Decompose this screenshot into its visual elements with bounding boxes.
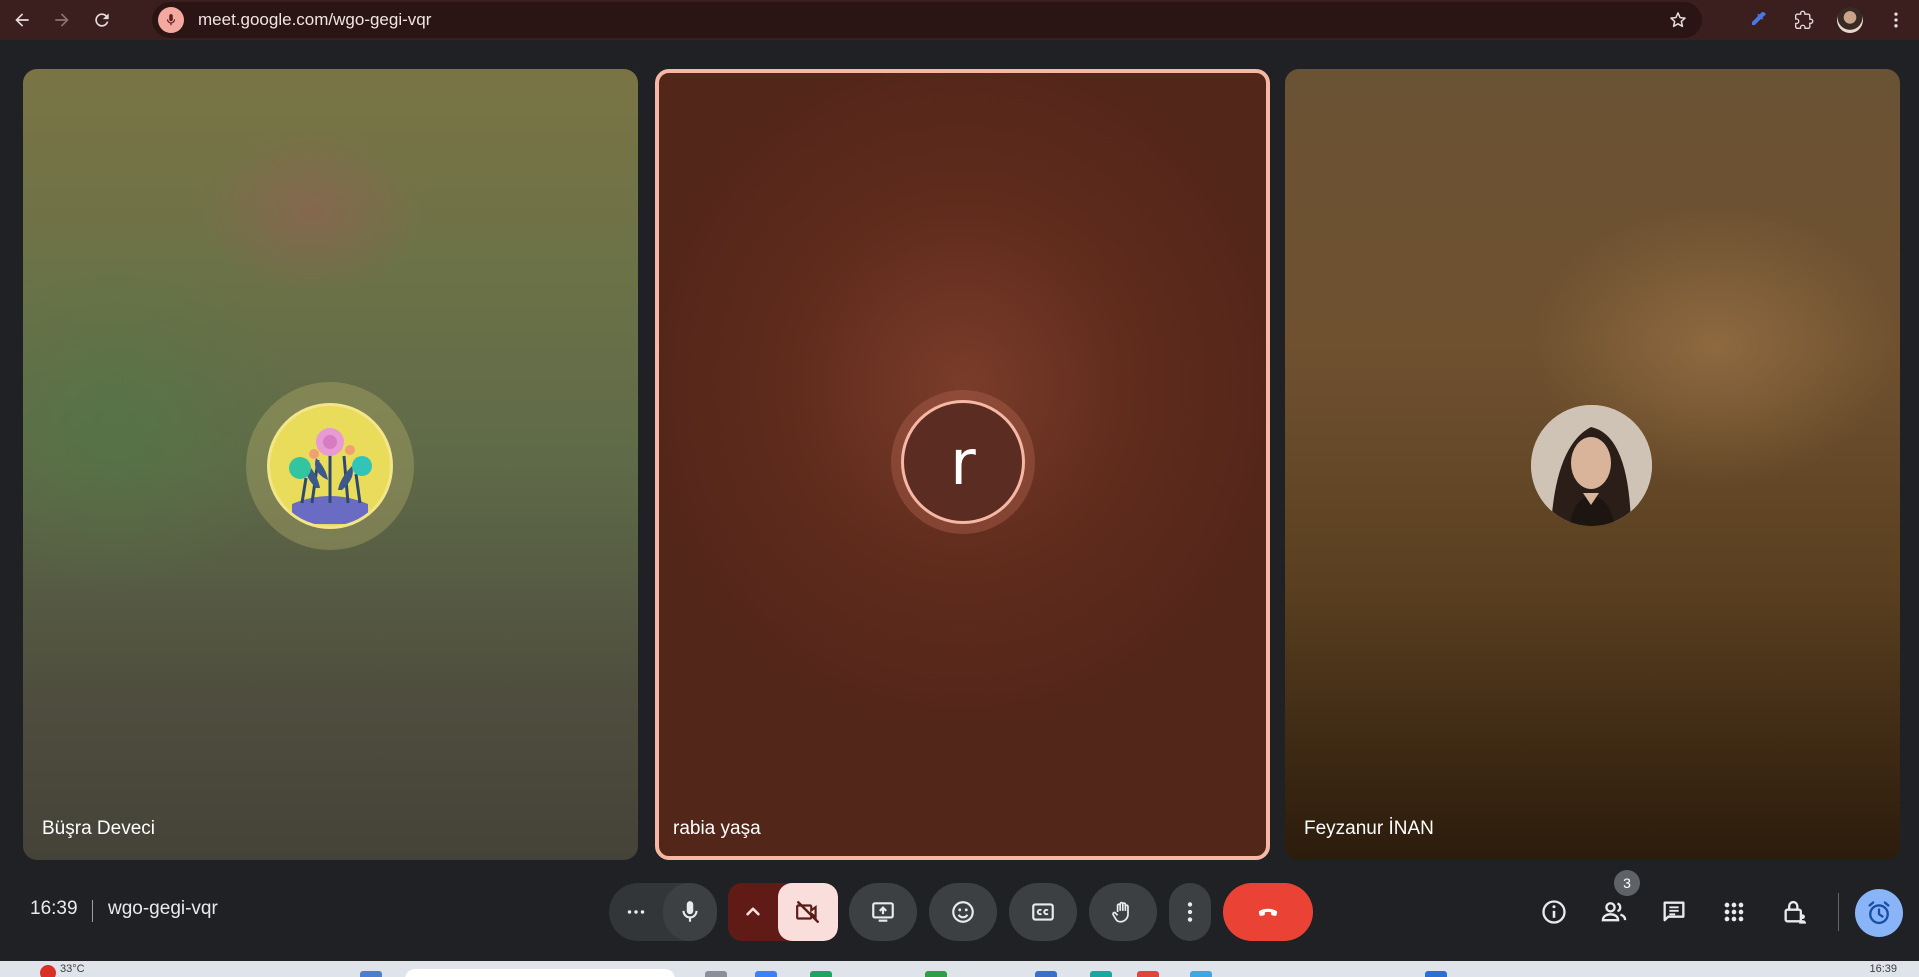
mic-site-icon[interactable] <box>158 7 184 33</box>
video-control-group <box>728 883 838 941</box>
flowers-image <box>272 408 388 524</box>
hang-up-icon <box>1258 908 1278 916</box>
meeting-code: wgo-gegi-vqr <box>108 898 218 919</box>
timer-button[interactable] <box>1855 889 1903 937</box>
reload-button[interactable] <box>84 2 120 38</box>
chat-icon <box>1663 901 1685 922</box>
menu-icon <box>1894 12 1898 28</box>
more-horizontal-icon <box>627 910 645 914</box>
taskbar-app-icon[interactable] <box>1035 971 1057 977</box>
taskbar-app-icon[interactable] <box>755 971 777 977</box>
participant-name: rabia yaşa <box>673 818 761 839</box>
meeting-clock: 16:39 <box>30 898 78 919</box>
weather-temperature[interactable]: 33°C <box>60 963 85 975</box>
raise-hand-button[interactable] <box>1089 883 1157 941</box>
participant-name: Büşra Deveci <box>42 818 155 839</box>
leave-call-button[interactable] <box>1223 883 1313 941</box>
extensions-icon <box>1795 10 1814 29</box>
more-vertical-icon <box>1187 902 1193 922</box>
audio-options-button[interactable] <box>609 883 663 941</box>
people-icon <box>1601 902 1627 922</box>
address-bar[interactable]: meet.google.com/wgo-gegi-vqr <box>152 2 1702 38</box>
profile-photo <box>1531 405 1652 526</box>
emoji-icon <box>952 901 974 923</box>
browser-toolbar: meet.google.com/wgo-gegi-vqr <box>0 0 1919 40</box>
eyedropper-button[interactable] <box>1735 0 1781 40</box>
captions-icon <box>1032 903 1054 921</box>
raise-hand-icon <box>1112 901 1129 923</box>
alarm-clock-icon <box>1868 901 1890 925</box>
host-controls-button[interactable] <box>1770 887 1820 937</box>
divider <box>92 900 93 922</box>
taskbar-app-icon[interactable] <box>705 971 727 977</box>
lock-person-icon <box>1784 900 1807 924</box>
forward-icon <box>55 13 69 27</box>
reload-icon <box>95 13 109 27</box>
divider <box>1838 893 1839 931</box>
taskbar-app-icon[interactable] <box>925 971 947 977</box>
participant-avatar <box>1531 405 1652 526</box>
participant-avatar: r <box>901 400 1025 524</box>
eyedropper-icon <box>1751 12 1766 25</box>
profile-button[interactable] <box>1827 0 1873 40</box>
more-actions-button[interactable] <box>1169 883 1211 941</box>
participant-avatar <box>267 403 393 529</box>
captions-button[interactable] <box>1009 883 1077 941</box>
camera-options-button[interactable] <box>728 883 778 941</box>
participant-name: Feyzanur İNAN <box>1304 818 1434 839</box>
microphone-icon <box>682 901 698 922</box>
browser-menu-button[interactable] <box>1873 0 1919 40</box>
taskbar-app-icon[interactable] <box>360 971 382 977</box>
extensions-button[interactable] <box>1781 0 1827 40</box>
speaking-halo <box>246 382 414 550</box>
camera-off-icon <box>796 901 819 923</box>
weather-icon[interactable] <box>40 965 56 977</box>
star-icon[interactable] <box>1668 10 1688 30</box>
present-screen-button[interactable] <box>849 883 917 941</box>
meeting-controls: 16:39 wgo-gegi-vqr 3 <box>0 870 1919 961</box>
chat-button[interactable] <box>1649 887 1699 937</box>
taskbar-app-icon[interactable] <box>1090 971 1112 977</box>
participant-tile[interactable]: Feyzanur İNAN <box>1285 69 1900 860</box>
back-button[interactable] <box>4 2 40 38</box>
taskbar-clock[interactable]: 16:39 <box>1869 963 1897 975</box>
apps-grid-icon <box>1724 902 1744 922</box>
meeting-details-button[interactable] <box>1529 887 1579 937</box>
present-screen-icon <box>872 902 894 922</box>
microphone-button[interactable] <box>663 883 717 941</box>
forward-button[interactable] <box>44 2 80 38</box>
taskbar-app-icon[interactable] <box>1137 971 1159 977</box>
info-icon <box>1542 900 1566 924</box>
taskbar-search[interactable] <box>405 969 675 977</box>
taskbar-app-icon[interactable] <box>1425 971 1447 977</box>
reactions-button[interactable] <box>929 883 997 941</box>
browser-actions <box>1735 0 1919 40</box>
camera-button[interactable] <box>778 883 838 941</box>
activities-button[interactable] <box>1709 887 1759 937</box>
participant-tile[interactable]: Büşra Deveci <box>23 69 638 860</box>
meeting-stage: Büşra Deveci r rabia yaşa Feyzanur İNAN <box>0 40 1919 870</box>
os-taskbar: 33°C 16:39 <box>0 961 1919 977</box>
chevron-up-icon <box>746 907 760 916</box>
people-count-badge: 3 <box>1614 870 1640 896</box>
taskbar-app-icon[interactable] <box>810 971 832 977</box>
url-text[interactable]: meet.google.com/wgo-gegi-vqr <box>198 10 431 30</box>
audio-control-group <box>609 883 717 941</box>
back-icon <box>15 13 29 27</box>
speaking-halo: r <box>891 390 1035 534</box>
taskbar-app-icon[interactable] <box>1190 971 1212 977</box>
profile-avatar <box>1837 7 1863 33</box>
participant-tile-active-speaker[interactable]: r rabia yaşa <box>655 69 1270 860</box>
